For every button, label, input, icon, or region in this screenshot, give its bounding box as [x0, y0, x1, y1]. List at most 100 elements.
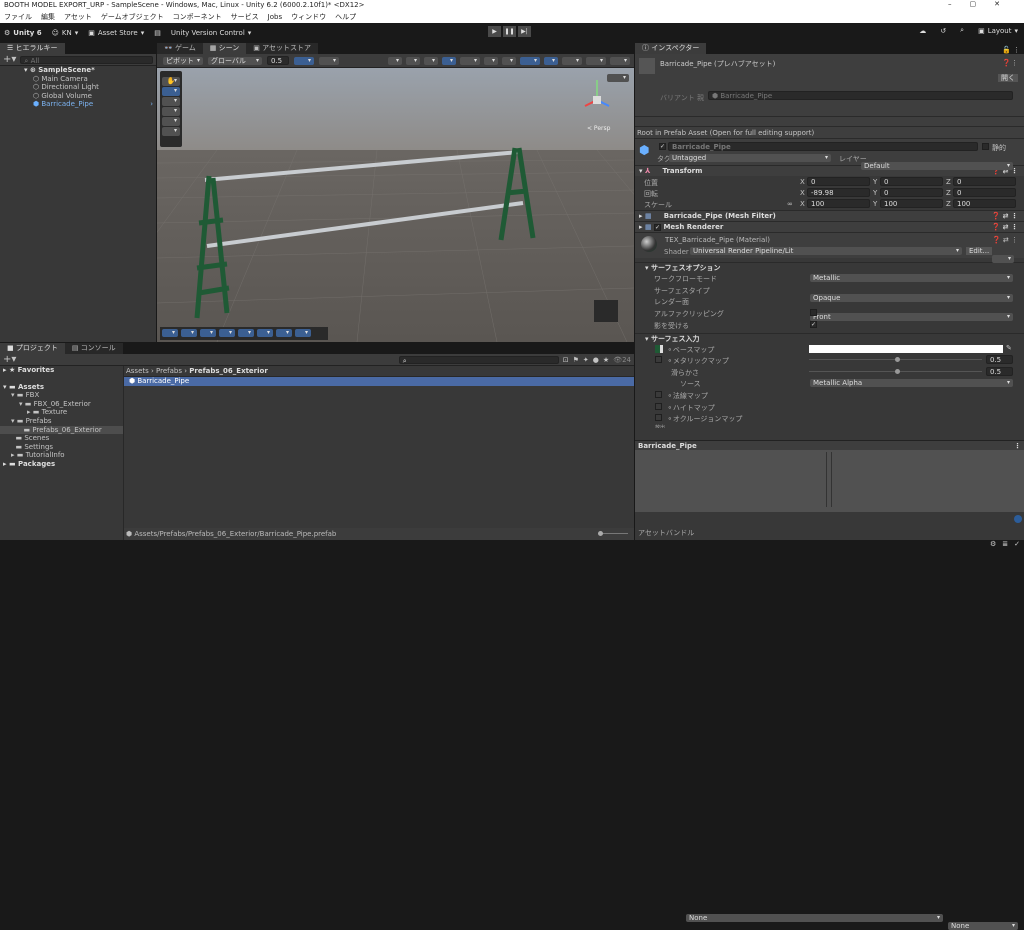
overlay-tool[interactable]	[257, 329, 273, 337]
transform-x-input[interactable]: 0	[807, 177, 870, 186]
search-by-label-icon[interactable]: ⚑	[573, 356, 579, 364]
surface-options-header[interactable]: ▾ サーフェスオプション	[635, 262, 1024, 273]
camera-dropdown[interactable]	[562, 56, 582, 65]
active-checkbox[interactable]: ✓	[659, 143, 666, 150]
static-checkbox[interactable]	[982, 143, 989, 150]
2d-toggle[interactable]	[484, 56, 498, 65]
expand-arrow[interactable]: ▸	[3, 366, 7, 374]
menu-help[interactable]: ヘルプ	[335, 11, 356, 23]
asset-bundle-variant-dropdown[interactable]: None	[948, 922, 1018, 930]
overlay-tool[interactable]	[200, 329, 216, 337]
check-icon[interactable]: ✓	[1014, 540, 1020, 548]
asset-bundle-dropdown[interactable]: None	[686, 914, 943, 922]
label-tag-icon[interactable]	[1014, 515, 1022, 523]
overlay-tool[interactable]	[276, 329, 292, 337]
menu-window[interactable]: ウィンドウ	[291, 11, 326, 23]
history-icon[interactable]: ↺	[940, 27, 946, 35]
project-tree-item[interactable]: ▸ ▬ TutorialInfo	[0, 451, 123, 460]
smoothness-slider[interactable]	[809, 369, 982, 374]
layout-dropdown[interactable]: ▣ Layout ▾	[978, 27, 1018, 35]
play-button[interactable]: ▶	[488, 26, 501, 37]
shader-options-dropdown[interactable]	[992, 255, 1014, 263]
minimize-button[interactable]: –	[948, 0, 970, 8]
open-button[interactable]: 開く	[998, 74, 1018, 82]
slider-thumb[interactable]	[895, 357, 900, 362]
overlay-tool[interactable]	[238, 329, 254, 337]
project-tree-item[interactable]: ▸ ▬ Packages	[0, 460, 123, 469]
transform-tool-icon[interactable]	[162, 127, 180, 136]
list-item-selected[interactable]: ⬢ Barricade_Pipe ›	[0, 100, 156, 109]
cloud-icon[interactable]: ☁	[919, 27, 926, 35]
close-button[interactable]: ✕	[994, 0, 1018, 8]
hierarchy-search-input[interactable]: ⌕ All	[20, 55, 153, 65]
filter-icon[interactable]: ✦	[583, 356, 589, 364]
tab-inspector[interactable]: ⓘ インスペクター	[635, 43, 707, 54]
project-tree-item[interactable]: ▾ ▬ Assets	[0, 383, 123, 392]
search-icon[interactable]: ⌕	[960, 26, 964, 35]
height-map-slot[interactable]	[655, 403, 662, 410]
expand-arrow[interactable]: ▸	[11, 451, 15, 459]
tag-dropdown[interactable]: Untagged	[669, 154, 831, 162]
preview-header[interactable]: Barricade_Pipe ⋮	[635, 440, 1024, 450]
mesh-renderer-header[interactable]: ▸ ▦ ✓ Mesh Renderer ❓ ⇄ ⋮	[635, 221, 1024, 232]
orientation-dropdown[interactable]	[610, 56, 630, 65]
layers-icon[interactable]: ≣	[1002, 540, 1008, 548]
lit-icon[interactable]	[442, 56, 456, 65]
debug-icon[interactable]	[460, 56, 480, 65]
list-item[interactable]: ⬡ Main Camera	[0, 75, 156, 84]
scene-viewport[interactable]: < Persp	[157, 68, 634, 342]
snap-input[interactable]: 0.5	[267, 56, 289, 65]
edit-shader-button[interactable]: Edit...	[966, 247, 993, 255]
option-dropdown[interactable]: Opaque	[810, 293, 1013, 302]
increment-snap-dropdown[interactable]	[319, 56, 339, 65]
pivot-dropdown[interactable]: ピボット	[163, 56, 203, 65]
overlay-tool[interactable]	[162, 329, 178, 337]
move-tool-icon[interactable]	[162, 87, 180, 96]
object-name-input[interactable]: Barricade_Pipe	[668, 142, 978, 151]
unity-menu[interactable]: ⚙ Unity 6	[4, 29, 42, 37]
base-map-thumbnail[interactable]	[655, 345, 663, 353]
project-tree-item[interactable]: ▸ ▬ Texture	[0, 408, 123, 417]
prefab-options-dropdown[interactable]	[607, 74, 629, 82]
shader-dropdown[interactable]: Universal Render Pipeline/Lit	[690, 247, 962, 255]
transform-x-input[interactable]: -89.98	[807, 188, 870, 197]
alpha-clip-checkbox[interactable]	[810, 309, 817, 316]
overlay-tool[interactable]	[219, 329, 235, 337]
normal-map-slot[interactable]	[655, 391, 662, 398]
menu-services[interactable]: サービス	[231, 11, 259, 23]
menu-gameobject[interactable]: ゲームオブジェクト	[101, 11, 164, 23]
menu-component[interactable]: コンポーネント	[173, 11, 222, 23]
slider-thumb[interactable]	[895, 369, 900, 374]
menu-file[interactable]: ファイル	[4, 11, 32, 23]
hand-tool-icon[interactable]: ✋	[162, 77, 180, 86]
metallic-value-input[interactable]: 0.5	[986, 355, 1013, 364]
camera-overlay[interactable]	[594, 300, 618, 322]
tab-scene[interactable]: ▦ シーン	[202, 43, 247, 54]
project-tree-item[interactable]: ▬ Prefabs_06_Exterior	[0, 425, 123, 435]
transform-z-input[interactable]: 100	[953, 199, 1016, 208]
project-tree-item[interactable]: ▬ Scenes	[0, 434, 123, 443]
expand-arrow[interactable]	[11, 443, 13, 451]
expand-arrow[interactable]: ▾	[11, 391, 15, 399]
renderer-enabled-checkbox[interactable]: ✓	[654, 224, 662, 231]
tab-hierarchy[interactable]: ☰ ヒエラルキー	[0, 43, 65, 54]
eyedropper-icon[interactable]: ✎	[1006, 344, 1012, 352]
scene-root[interactable]: ▾ ⊛ SampleScene*	[0, 66, 156, 75]
occlusion-map-slot[interactable]	[655, 414, 662, 421]
metallic-map-slot[interactable]	[655, 356, 662, 363]
smoothness-value-input[interactable]: 0.5	[986, 367, 1013, 376]
wireframe-icon[interactable]	[424, 56, 438, 65]
grid-snap-dropdown[interactable]	[294, 56, 314, 65]
account-button[interactable]: ☺ KN ▾	[52, 29, 79, 37]
tab-asset-store[interactable]: ▣ アセットストア	[246, 43, 318, 54]
transform-x-input[interactable]: 100	[807, 199, 870, 208]
mesh-filter-header[interactable]: ▸ ▦ Barricade_Pipe (Mesh Filter) ❓ ⇄ ⋮	[635, 210, 1024, 221]
menu-assets[interactable]: アセット	[64, 11, 92, 23]
help-icon[interactable]: ❓⋮	[1002, 59, 1018, 67]
rotate-tool-icon[interactable]	[162, 97, 180, 106]
tab-console[interactable]: ▤ コンソール	[64, 343, 123, 354]
option-dropdown[interactable]: Front	[810, 313, 1013, 322]
expand-arrow[interactable]	[11, 434, 13, 442]
version-control-button[interactable]: Unity Version Control ▾	[171, 29, 251, 37]
draw-mode-icon[interactable]	[388, 56, 402, 65]
